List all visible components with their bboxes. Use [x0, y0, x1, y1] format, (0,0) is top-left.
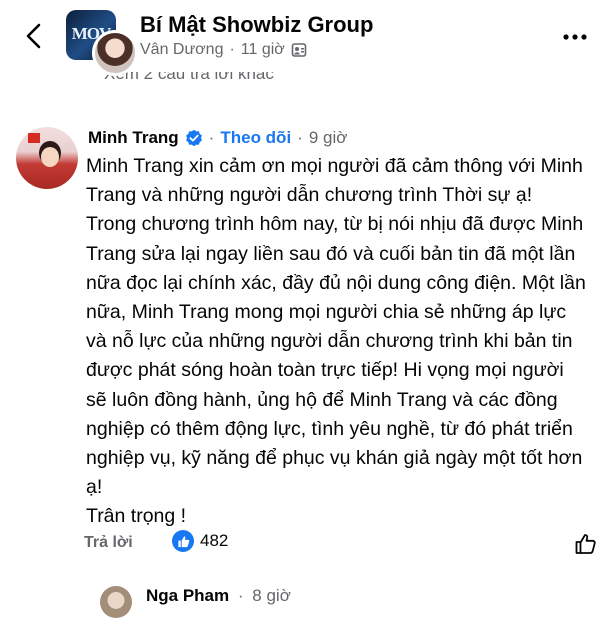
reaction-summary[interactable]: 482 — [172, 530, 228, 552]
follow-button[interactable]: Theo dõi — [220, 128, 291, 148]
poster-name[interactable]: Vân Dương — [140, 41, 223, 59]
next-commenter-avatar[interactable] — [100, 586, 132, 618]
meta-separator: · — [229, 41, 235, 58]
next-commenter-name[interactable]: Nga Pham — [146, 586, 229, 605]
comment-header: Minh Trang · Theo dõi · 9 giờ — [88, 128, 347, 148]
commenter-name[interactable]: Minh Trang — [88, 128, 179, 148]
like-count: 482 — [200, 531, 229, 550]
avatar-flag — [28, 133, 40, 143]
like-reaction-icon — [172, 530, 194, 552]
post-time[interactable]: 11 giờ — [241, 41, 285, 59]
group-privacy-icon — [291, 43, 307, 57]
like-button[interactable] — [572, 530, 600, 558]
time-separator: · — [297, 128, 303, 147]
comment-time[interactable]: 9 giờ — [309, 128, 348, 148]
header-separator: · — [208, 128, 215, 147]
back-chevron-icon — [26, 23, 41, 49]
comment-body: Minh Trang xin cảm ơn mọi người đã cảm t… — [86, 152, 586, 532]
verified-badge-icon — [185, 129, 202, 147]
comment-actions: Trả lời 482 — [84, 528, 600, 558]
next-separator: · — [237, 586, 244, 605]
post-header: MOV Bí Mật Showbiz Group Vân Dương · 11 … — [0, 0, 600, 76]
comment-paragraph: Minh Trang xin cảm ơn mọi người đã cảm t… — [86, 155, 586, 499]
post-meta: Vân Dương · 11 giờ — [140, 41, 307, 59]
next-comment-header: Nga Pham · 8 giờ — [146, 586, 291, 606]
reply-button[interactable]: Trả lời — [84, 534, 133, 552]
group-name[interactable]: Bí Mật Showbiz Group — [140, 12, 373, 38]
avatar-face — [41, 147, 59, 167]
thumbs-up-icon — [575, 534, 596, 554]
poster-avatar[interactable] — [92, 30, 138, 76]
back-button[interactable] — [16, 18, 52, 54]
next-comment-time[interactable]: 8 giờ — [252, 586, 291, 605]
commenter-avatar[interactable] — [16, 127, 78, 189]
more-options-icon — [563, 34, 587, 40]
more-options-button[interactable] — [560, 22, 590, 52]
